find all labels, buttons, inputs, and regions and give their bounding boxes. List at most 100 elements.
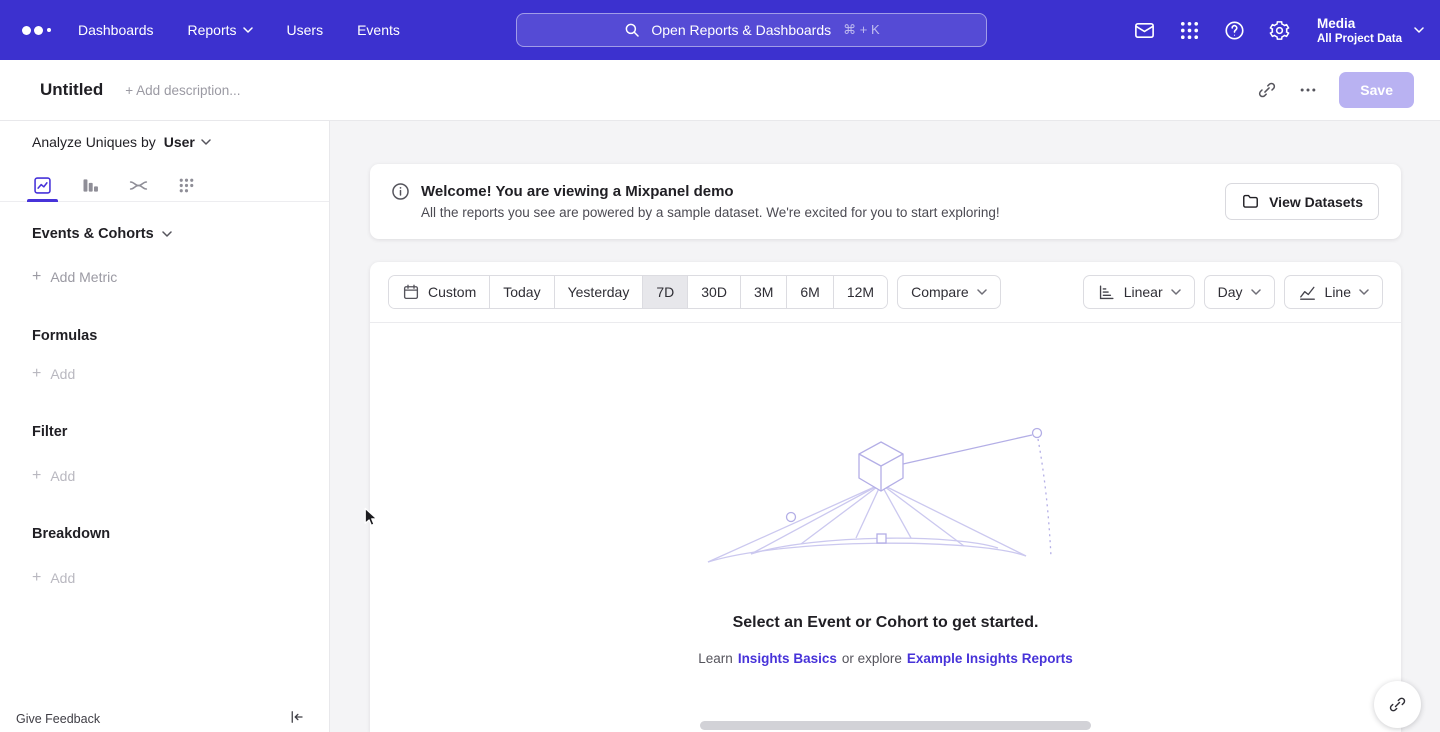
analyze-by-dropdown[interactable]: User [164,134,211,150]
range-12m[interactable]: 12M [833,276,887,308]
flows-icon [128,175,149,196]
tab-funnels[interactable] [77,169,104,201]
help-icon[interactable] [1223,19,1246,42]
formulas-label: Formulas [32,328,97,344]
filter-header: Filter [32,424,67,440]
range-30d[interactable]: 30D [687,276,740,308]
events-cohorts-label: Events & Cohorts [32,226,154,242]
link-icon [1388,695,1407,714]
retention-grid-icon [176,175,197,196]
granularity-label: Day [1218,284,1243,300]
plus-icon: + [32,366,41,382]
search-placeholder: Open Reports & Dashboards [651,22,831,38]
breakdown-label: Breakdown [32,526,110,542]
compare-label: Compare [911,284,969,300]
search-shortcut: ⌘ + K [843,22,880,38]
chevron-down-icon [1171,289,1181,295]
analyze-by-label: Analyze Uniques by [32,134,156,150]
add-description-field[interactable]: + Add description... [125,83,240,98]
banner-title: Welcome! You are viewing a Mixpanel demo [421,183,1000,200]
horizontal-scrollbar[interactable] [700,721,1091,730]
insights-basics-link[interactable]: Insights Basics [738,651,837,666]
nav-reports-label: Reports [188,22,237,38]
scale-label: Linear [1124,284,1163,300]
granularity-day-button[interactable]: Day [1204,275,1275,309]
range-7d[interactable]: 7D [642,276,687,308]
apps-grid-icon[interactable] [1178,19,1201,42]
welcome-banner: Welcome! You are viewing a Mixpanel demo… [370,164,1401,239]
share-link-fab[interactable] [1374,681,1421,728]
navbar-actions: Media All Project Data [1133,15,1424,45]
range-3m[interactable]: 3M [740,276,786,308]
chevron-down-icon [201,139,211,145]
range-label: 12M [847,284,874,300]
mixpanel-logo[interactable] [16,26,62,35]
inbox-icon[interactable] [1133,19,1156,42]
chevron-down-icon [1359,289,1369,295]
banner-body: All the reports you see are powered by a… [421,205,1000,220]
nav-dashboards-label: Dashboards [78,22,154,38]
chevron-down-icon [977,289,987,295]
project-name: Media [1317,15,1402,33]
range-6m[interactable]: 6M [786,276,832,308]
empty-sub-text: Learn [698,651,733,666]
empty-sub-text: or explore [842,651,902,666]
chevron-down-icon [1414,27,1424,33]
empty-state-subtitle: Learn Insights Basics or explore Example… [370,651,1401,666]
analyze-by-row: Analyze Uniques by User [32,134,211,150]
breakdown-header: Breakdown [32,526,110,542]
settings-gear-icon[interactable] [1268,19,1291,42]
add-breakdown-button[interactable]: + Add [32,570,75,586]
chart-type-label: Line [1325,284,1351,300]
range-label: Today [503,284,540,300]
save-button[interactable]: Save [1339,72,1414,108]
top-navbar: Dashboards Reports Users Events Open Rep… [0,0,1440,60]
date-range-picker: Custom Today Yesterday 7D 30D 3M 6M 12M [388,275,888,309]
range-label: 3M [754,284,773,300]
chart-type-line-button[interactable]: Line [1284,275,1383,309]
compare-button[interactable]: Compare [897,275,1001,309]
nav-dashboards[interactable]: Dashboards [78,22,154,38]
events-cohorts-header[interactable]: Events & Cohorts [32,226,172,242]
range-label: 7D [656,284,674,300]
view-datasets-label: View Datasets [1269,194,1363,210]
line-chart-icon [1298,283,1317,302]
example-insights-reports-link[interactable]: Example Insights Reports [907,651,1073,666]
chart-display-controls: Linear Day Line [1083,275,1383,309]
report-type-tabs [0,169,329,202]
axis-chart-icon [1097,283,1116,302]
collapse-sidebar-icon[interactable] [287,708,305,726]
scale-linear-button[interactable]: Linear [1083,275,1195,309]
give-feedback-link[interactable]: Give Feedback [16,712,100,726]
add-metric-button[interactable]: + Add Metric [32,269,117,285]
search-icon [623,21,641,39]
primary-nav: Dashboards Reports Users Events [78,22,400,38]
project-switcher[interactable]: Media All Project Data [1317,15,1424,45]
more-options-icon[interactable] [1298,80,1318,100]
add-metric-label: Add Metric [50,269,117,285]
nav-reports[interactable]: Reports [188,22,253,38]
range-today[interactable]: Today [489,276,553,308]
range-label: Yesterday [568,284,630,300]
add-filter-button[interactable]: + Add [32,468,75,484]
main-content: Welcome! You are viewing a Mixpanel demo… [331,121,1440,732]
tab-flows[interactable] [125,169,152,201]
tab-retention[interactable] [173,169,200,201]
calendar-icon [402,283,420,301]
range-yesterday[interactable]: Yesterday [554,276,643,308]
formulas-header: Formulas [32,328,97,344]
range-custom[interactable]: Custom [389,276,489,308]
report-title[interactable]: Untitled [40,80,103,100]
view-datasets-button[interactable]: View Datasets [1225,183,1379,220]
range-label: 30D [701,284,727,300]
add-breakdown-label: Add [50,570,75,586]
add-formula-button[interactable]: + Add [32,366,75,382]
add-filter-label: Add [50,468,75,484]
tab-insights[interactable] [29,169,56,201]
nav-events[interactable]: Events [357,22,400,38]
nav-users[interactable]: Users [287,22,324,38]
copy-link-icon[interactable] [1257,80,1277,100]
range-label: 6M [800,284,819,300]
add-formula-label: Add [50,366,75,382]
global-search[interactable]: Open Reports & Dashboards ⌘ + K [516,13,987,47]
